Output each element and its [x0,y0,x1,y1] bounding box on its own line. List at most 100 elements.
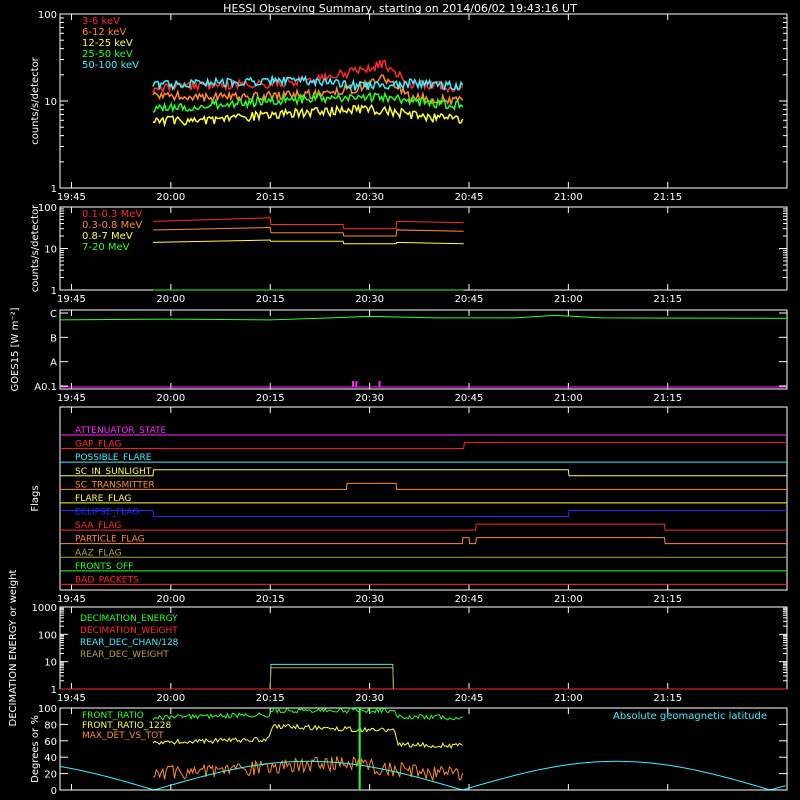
y-tick-label: 10 [44,97,57,108]
x-tick-label: 21:15 [653,693,682,704]
chart-title: HESSI Observing Summary, starting on 201… [223,2,577,15]
x-tick-label: 20:15 [256,393,285,404]
series-line-3-6-kev [152,59,463,95]
flag-label: GAP_FLAG [75,440,121,450]
y-tick-label: C [50,309,57,320]
series-line-front-ratio-1228 [152,723,463,750]
legend-label: FRONT_RATIO [82,711,144,721]
flag-label: SC_IN_SUNLIGHT [75,467,152,477]
x-tick-label: 20:00 [156,693,185,704]
panel-frame [59,206,788,291]
x-tick-label: 20:00 [156,192,185,203]
y-tick-label: 1000 [32,603,57,614]
x-tick-label: 20:45 [455,294,484,305]
x-tick-label: 20:45 [455,594,484,605]
flag-label: SAA_FLAG [75,521,121,531]
hessi-summary-plot: HESSI Observing Summary, starting on 201… [8,2,788,797]
y-axis-label: GOES15 [W m⁻²] [10,307,21,391]
x-tick-label: 19:45 [57,294,86,305]
legend-label: 0.8-7 MeV [82,231,133,242]
series-line-front-ratio [152,706,463,721]
y-tick-label: 1 [51,286,57,297]
panel-frame [59,406,788,591]
y-tick-label: A [50,358,57,369]
x-tick-label: 20:15 [256,192,285,203]
series-line-0-3-0-8-mev [152,227,464,237]
flag-line-gap-flag [60,442,787,450]
x-tick-label: 19:45 [57,594,86,605]
legend-label: 3-6 keV [82,16,120,27]
y-tick-label: B [50,333,57,344]
x-tick-label: 21:00 [554,693,583,704]
panel-goes [59,309,788,390]
x-tick-label: 19:45 [57,693,86,704]
flag-label: AAZ_FLAG [75,548,122,558]
y-axis-label: counts/s/detector [30,204,41,292]
legend-label: 0.1-0.3 MeV [82,209,142,220]
x-tick-label: 19:45 [57,192,86,203]
flag-label: FRONTS_OFF [75,562,133,572]
flag-label: FLARE_FLAG [75,494,131,504]
y-axis-label: Degrees or % [30,715,41,783]
y-tick-label: 100 [38,630,57,641]
x-tick-label: 20:45 [455,393,484,404]
series-line-0-8-7-mev [152,239,464,245]
legend-label: REAR_DEC_WEIGHT [80,650,169,660]
x-tick-label: 20:45 [455,693,484,704]
x-tick-label: 20:30 [355,393,384,404]
y-tick-label: 100 [38,203,57,214]
legend-label: FRONT_RATIO_1228 [82,721,172,731]
x-tick-label: 21:00 [554,393,583,404]
series-line-0-1-0-3-mev [152,217,464,230]
x-tick-label: 21:00 [554,192,583,203]
x-tick-label: 20:30 [355,192,384,203]
y-axis-label: Flags [30,485,41,511]
flag-label: POSSIBLE_FLARE [75,453,152,463]
series-line-goes-low [59,314,788,321]
flag-line-sc-in-sunlight [60,469,787,477]
x-tick-label: 20:30 [355,693,384,704]
legend-label: 6-12 keV [82,27,126,38]
legend-label: 7-20 MeV [82,242,130,253]
panel-flags [59,406,788,591]
x-tick-label: 21:15 [653,294,682,305]
y-tick-label: 80 [44,720,57,731]
flag-label: SC_TRANSMITTER [75,480,155,490]
series-line-absolute-geomagnetic-latitude [59,760,786,791]
flag-label: BAD_PACKETS [75,575,139,585]
x-tick-label: 20:00 [156,393,185,404]
x-tick-label: 19:45 [57,393,86,404]
flag-label: PARTICLE_FLAG [75,535,145,545]
x-tick-label: 21:15 [653,393,682,404]
panel-xray_rates [59,13,788,189]
panel-frame [59,309,788,390]
legend-label: MAX_DET_VS_TOT [82,731,164,741]
legend-label: 12-25 keV [82,38,133,49]
y-tick-label: 100 [38,10,57,21]
x-tick-label: 20:15 [256,594,285,605]
series-line-rear-dec-weight [269,667,394,690]
legend-label: 50-100 keV [82,60,139,71]
x-tick-label: 20:00 [156,294,185,305]
flag-line-eclipse-flag [60,510,787,517]
y-tick-label: 0 [51,786,57,797]
panel-gamma_rates [59,206,788,291]
x-tick-label: 21:00 [554,294,583,305]
flag-line-sc-transmitter [60,482,787,490]
x-tick-label: 20:00 [156,594,185,605]
legend-label: REAR_DEC_CHAN/128 [80,638,179,648]
x-tick-label: 20:30 [355,594,384,605]
y-tick-label: A0.1 [34,382,57,393]
series-line-max-det-vs-tot [152,756,464,782]
x-tick-label: 20:15 [256,294,285,305]
y-tick-label: 40 [44,753,57,764]
y-tick-label: 10 [44,658,57,669]
flag-line-particle-flag [60,537,787,545]
legend-label: DECIMATION_WEIGHT [80,626,178,636]
legend-label: DECIMATION_ENERGY [80,614,178,624]
flag-label: ECLIPSE_FLAG [75,508,139,518]
y-tick-label: 100 [38,704,57,715]
y-tick-label: 1 [51,184,57,195]
legend-label: 0.3-0.8 MeV [82,220,142,231]
x-tick-label: 21:00 [554,594,583,605]
